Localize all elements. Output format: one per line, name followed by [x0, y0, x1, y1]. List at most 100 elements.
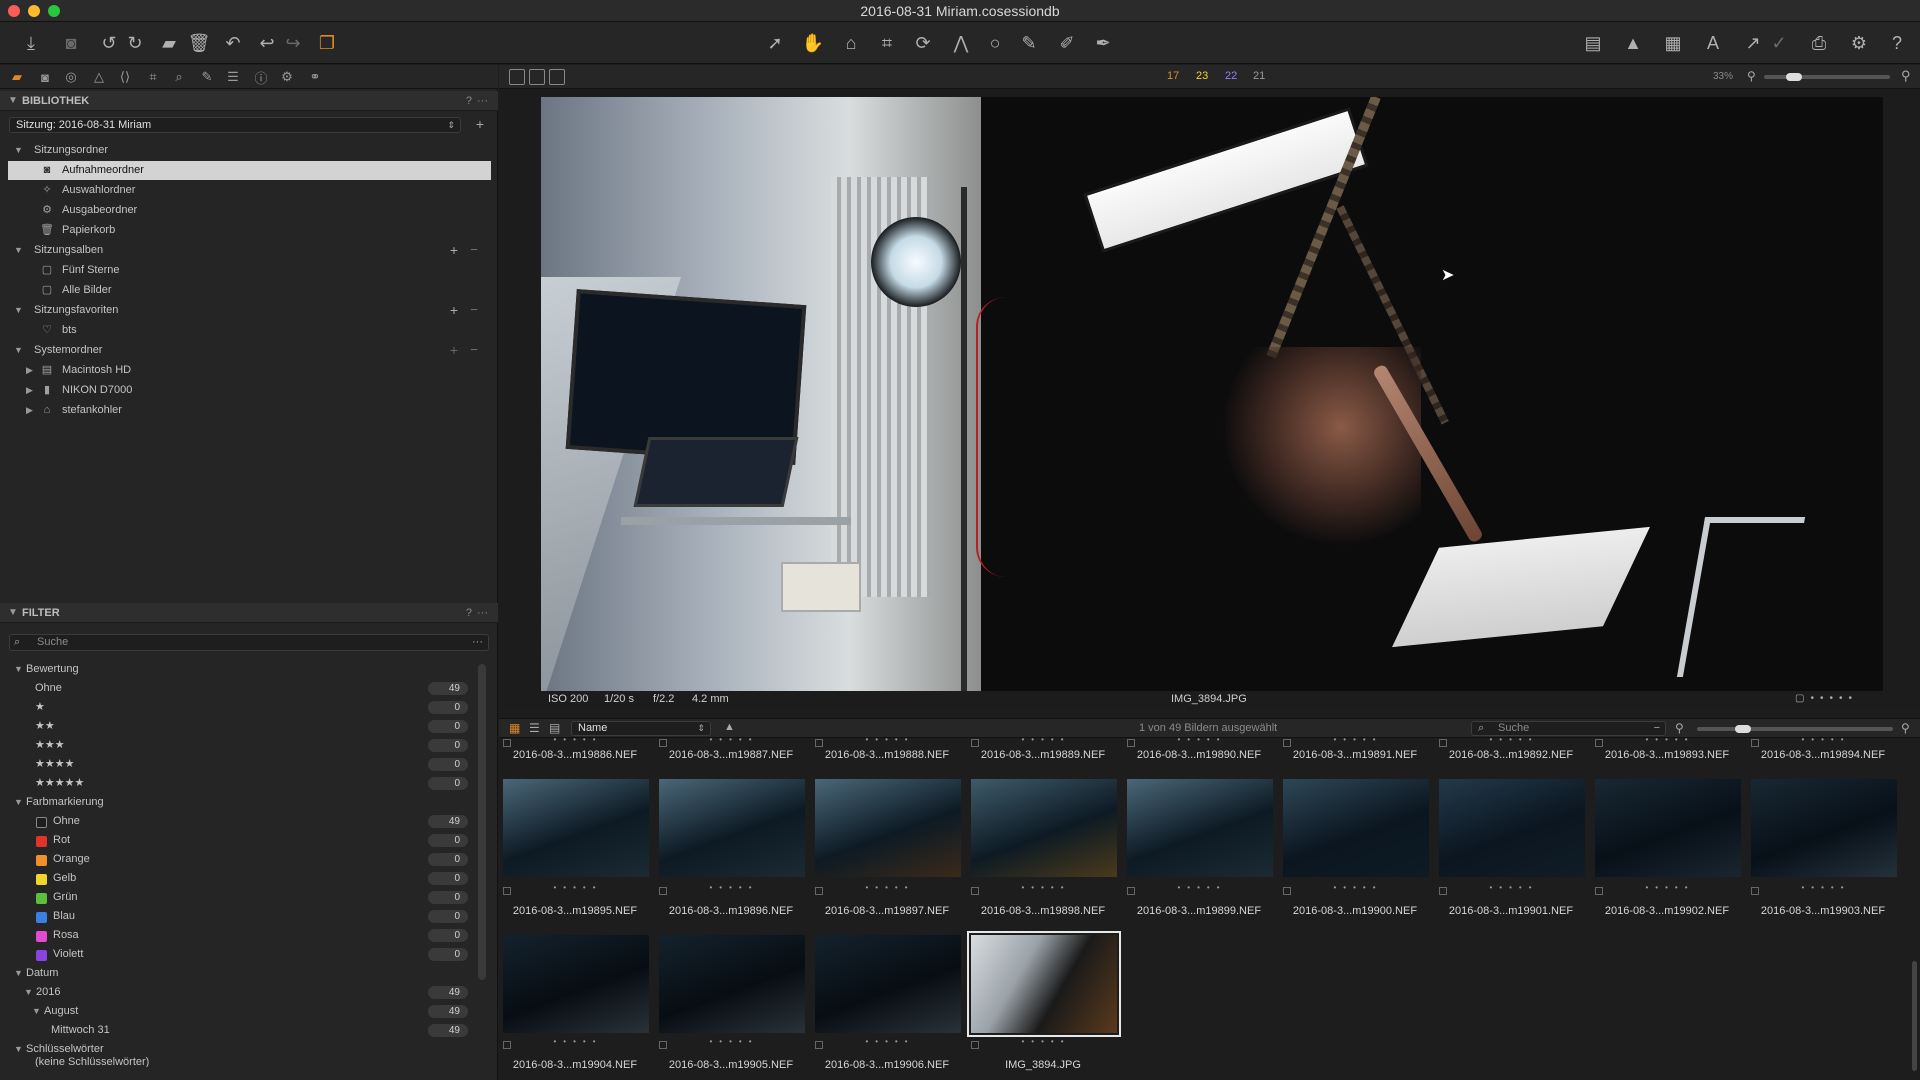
- grid-layout-icon[interactable]: [509, 69, 525, 85]
- section-sitzungsordner[interactable]: ▼ Sitzungsordner: [8, 141, 491, 160]
- capture-tab-icon[interactable]: ◙: [36, 68, 54, 86]
- thumb-checkbox[interactable]: [1439, 887, 1447, 895]
- thumb-checkbox[interactable]: [815, 887, 823, 895]
- list-view-icon[interactable]: ☰: [529, 721, 540, 735]
- browser-search-input[interactable]: ⌕ Suche −: [1471, 721, 1666, 736]
- filter-scrollbar[interactable]: [478, 664, 486, 980]
- help-icon[interactable]: ?: [466, 603, 472, 623]
- thumb-checkbox[interactable]: [659, 739, 667, 747]
- filter-color-row[interactable]: Rosa 0: [8, 926, 468, 945]
- filter-color-row[interactable]: Rot 0: [8, 831, 468, 850]
- chevron-right-icon[interactable]: ▶: [26, 361, 33, 380]
- sidebar-item-fuenf-sterne[interactable]: ▢ Fünf Sterne: [8, 261, 491, 280]
- rotate-left-icon[interactable]: ↺: [96, 30, 122, 56]
- clear-search-icon[interactable]: −: [1654, 722, 1660, 735]
- thumb-checkbox[interactable]: [659, 887, 667, 895]
- add-session-button[interactable]: +: [473, 117, 487, 131]
- thumbnail-size-slider[interactable]: [1697, 727, 1893, 731]
- composition-tab-icon[interactable]: ⌗: [144, 68, 162, 86]
- help-icon[interactable]: ?: [466, 91, 472, 111]
- sort-direction-icon[interactable]: ▲: [724, 721, 735, 733]
- filter-search-input[interactable]: ⌕ Suche ···: [9, 634, 489, 651]
- sidebar-item-auswahlordner[interactable]: ✧ Auswahlordner: [8, 181, 491, 200]
- filter-color-row[interactable]: Grün 0: [8, 888, 468, 907]
- zoom-slider[interactable]: [1764, 75, 1890, 79]
- undo-all-icon[interactable]: ↶: [220, 30, 246, 56]
- filter-date-row[interactable]: ▼ 2016 49: [8, 983, 468, 1002]
- single-view-icon[interactable]: [529, 69, 545, 85]
- filter-color-header[interactable]: ▼ Farbmarkierung: [8, 793, 468, 812]
- filter-date-row[interactable]: ▼ August 49: [8, 1002, 468, 1021]
- keystone-icon[interactable]: ⋀: [948, 30, 974, 56]
- thumb-checkbox[interactable]: [971, 887, 979, 895]
- main-photo[interactable]: [541, 97, 1883, 691]
- library-tab-icon[interactable]: ▰: [8, 68, 26, 86]
- filter-rating-row[interactable]: ★★★ 0: [8, 736, 468, 755]
- filter-rating-header[interactable]: ▼ Bewertung: [8, 660, 468, 679]
- remove-album-button[interactable]: −: [467, 243, 481, 257]
- sort-select[interactable]: Name ⇕: [571, 721, 711, 736]
- grid-view-icon[interactable]: ▦: [509, 721, 520, 735]
- filter-color-row[interactable]: Gelb 0: [8, 869, 468, 888]
- sidebar-item-stefankohler[interactable]: ▶ ⌂ stefankohler: [8, 401, 491, 420]
- thumb-checkbox[interactable]: [659, 1041, 667, 1049]
- loupe-icon[interactable]: ⌂: [838, 30, 864, 56]
- filter-color-row[interactable]: Orange 0: [8, 850, 468, 869]
- pan-hand-icon[interactable]: ✋: [800, 30, 826, 56]
- copy-adjust-icon[interactable]: ✓: [1766, 30, 1792, 56]
- filter-rating-row[interactable]: Ohne 49: [8, 679, 468, 698]
- section-systemordner[interactable]: ▼ Systemordner: [8, 341, 491, 360]
- thumb-checkbox[interactable]: [1283, 739, 1291, 747]
- section-sitzungsfavoriten[interactable]: ▼ Sitzungsfavoriten: [8, 301, 491, 320]
- zoom-slider-knob[interactable]: [1786, 73, 1802, 81]
- sidebar-item-papierkorb[interactable]: 🗑 Papierkorb: [8, 221, 491, 240]
- thumb-checkbox[interactable]: [1127, 739, 1135, 747]
- thumb-checkbox[interactable]: [503, 1041, 511, 1049]
- add-system-folder-button[interactable]: +: [447, 343, 461, 357]
- sidebar-item-nikon-d7000[interactable]: ▶ ▮ NIKON D7000: [8, 381, 491, 400]
- sidebar-item-ausgabeordner[interactable]: ⚙ Ausgabeordner: [8, 201, 491, 220]
- session-select[interactable]: Sitzung: 2016-08-31 Miriam ⇕: [9, 117, 461, 133]
- trash-icon[interactable]: 🗑: [186, 30, 212, 56]
- thumb-checkbox[interactable]: [1751, 739, 1759, 747]
- add-album-button[interactable]: +: [447, 243, 461, 257]
- multi-view-icon[interactable]: [549, 69, 565, 85]
- viewer-rating-dots[interactable]: ▢•••••: [1795, 693, 1858, 704]
- image-viewer[interactable]: ➤: [499, 89, 1920, 709]
- thumb-checkbox[interactable]: [1127, 887, 1135, 895]
- thumb-checkbox[interactable]: [1439, 739, 1447, 747]
- select-cursor-icon[interactable]: ➚: [762, 30, 788, 56]
- color-tab-icon[interactable]: ◎: [62, 68, 80, 86]
- thumb-checkbox[interactable]: [1283, 887, 1291, 895]
- spot-icon[interactable]: ○: [982, 30, 1008, 56]
- thumb-checkbox[interactable]: [971, 1041, 979, 1049]
- import-icon[interactable]: ⤓: [18, 30, 44, 56]
- rotate-tool-icon[interactable]: ⟳: [910, 30, 936, 56]
- edit-icon[interactable]: ↗: [1740, 30, 1766, 56]
- output-tab-icon[interactable]: ☰: [224, 68, 242, 86]
- sidebar-item-alle-bilder[interactable]: ▢ Alle Bilder: [8, 281, 491, 300]
- thumb-checkbox[interactable]: [1595, 739, 1603, 747]
- lens-tab-icon[interactable]: ⟨⟩: [116, 68, 134, 86]
- batch-tab-icon[interactable]: ⚭: [306, 68, 324, 86]
- filter-rating-row[interactable]: ★ 0: [8, 698, 468, 717]
- rotate-right-icon[interactable]: ↻: [122, 30, 148, 56]
- picker-icon[interactable]: ✒: [1090, 30, 1116, 56]
- thumbnail-size-knob[interactable]: [1735, 725, 1751, 733]
- add-favorite-button[interactable]: +: [447, 303, 461, 317]
- thumb-checkbox[interactable]: [815, 1041, 823, 1049]
- filter-keywords-row[interactable]: (keine Schlüsselwörter): [8, 1057, 468, 1067]
- section-sitzungsalben[interactable]: ▼ Sitzungsalben: [8, 241, 491, 260]
- more-options-icon[interactable]: ···: [477, 91, 488, 111]
- crop-icon[interactable]: ⌗: [874, 30, 900, 56]
- filter-rating-row[interactable]: ★★ 0: [8, 717, 468, 736]
- thumb-checkbox[interactable]: [971, 739, 979, 747]
- filmstrip-view-icon[interactable]: ▤: [549, 721, 560, 735]
- remove-favorite-button[interactable]: −: [467, 303, 481, 317]
- local-adjust-tab-icon[interactable]: ✎: [198, 68, 216, 86]
- text-icon[interactable]: A: [1700, 30, 1726, 56]
- filter-date-row[interactable]: Mittwoch 31 49: [8, 1021, 468, 1040]
- variants-icon[interactable]: ❐: [314, 30, 340, 56]
- chevron-right-icon[interactable]: ▶: [26, 401, 33, 420]
- filter-header[interactable]: ▼ FILTER ? ···: [0, 603, 498, 623]
